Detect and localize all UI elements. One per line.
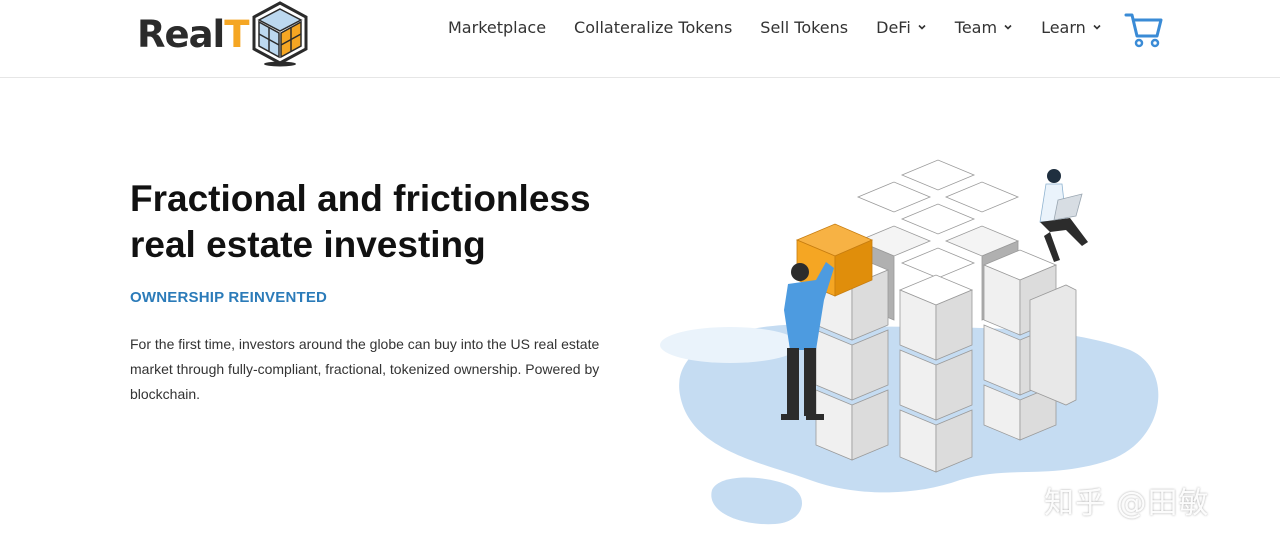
chevron-down-icon: [1093, 24, 1101, 30]
realt-logo[interactable]: RealT: [137, 0, 309, 68]
logo-wordmark: RealT: [137, 12, 250, 56]
shopping-cart-icon[interactable]: [1124, 10, 1164, 48]
nav-marketplace[interactable]: Marketplace: [448, 18, 546, 37]
chevron-down-icon: [918, 24, 926, 30]
hero-subtitle: OWNERSHIP REINVENTED: [130, 289, 328, 306]
main-nav: Marketplace Collateralize Tokens Sell To…: [448, 16, 1130, 38]
nav-learn[interactable]: Learn: [1041, 18, 1102, 37]
nav-collateralize-tokens[interactable]: Collateralize Tokens: [574, 18, 732, 37]
cube-logo-icon: [252, 1, 307, 67]
cube-stack: [814, 159, 1077, 473]
nav-defi[interactable]: DeFi: [876, 18, 927, 37]
nav-team[interactable]: Team: [955, 18, 1013, 37]
site-header: RealT Marketplace Collateralize Tokens S…: [0, 0, 1280, 78]
illustration-blob-small: [711, 477, 802, 525]
nav-sell-tokens[interactable]: Sell Tokens: [760, 18, 848, 37]
watermark-text: 知乎 @田敏: [1044, 486, 1210, 521]
hero-description: For the first time, investors around the…: [130, 336, 600, 402]
woman-figure: [1039, 169, 1088, 262]
chevron-down-icon: [1004, 24, 1012, 30]
hero-title: Fractional and frictionless real estate …: [130, 178, 591, 265]
